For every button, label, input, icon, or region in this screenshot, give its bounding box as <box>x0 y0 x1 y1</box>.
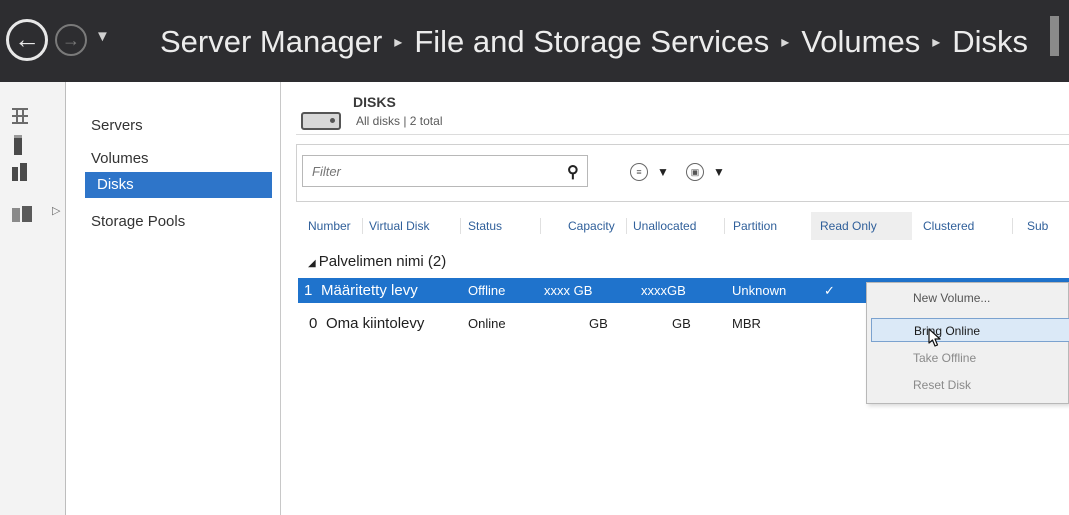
forward-arrow-icon[interactable]: → <box>55 24 87 56</box>
local-server-icon[interactable] <box>14 135 22 155</box>
subnav-item-storage-pools[interactable]: Storage Pools <box>83 209 270 235</box>
breadcrumb-server-manager[interactable]: Server Manager <box>160 24 382 60</box>
all-servers-icon[interactable] <box>12 163 28 181</box>
expand-arrow-icon[interactable]: ▷ <box>52 204 60 217</box>
menu-item-reset-disk[interactable]: Reset Disk <box>867 373 1069 397</box>
cell-status: Online <box>468 316 506 331</box>
chevron-down-icon: ▼ <box>713 165 725 179</box>
column-status[interactable]: Status <box>468 212 502 240</box>
title-bar: ← → ▼ Server Manager ▸ File and Storage … <box>0 0 1069 82</box>
menu-item-new-volume[interactable]: New Volume... <box>867 286 1069 310</box>
cell-capacity: GB <box>589 316 608 331</box>
column-divider[interactable] <box>724 218 725 234</box>
dashboard-icon[interactable] <box>12 108 28 124</box>
save-query-button[interactable]: ▣ ▼ <box>686 162 725 182</box>
group-header[interactable]: ◢ Palvelimen nimi (2) <box>308 253 446 270</box>
table-header: Number Virtual Disk Status Capacity Unal… <box>296 212 1069 240</box>
column-clustered[interactable]: Clustered <box>923 212 974 240</box>
column-partition[interactable]: Partition <box>733 212 777 240</box>
mouse-pointer-icon <box>928 328 941 347</box>
refresh-bar-icon[interactable] <box>1050 16 1059 56</box>
filter-options-button[interactable]: ≡ ▼ <box>630 162 669 182</box>
chevron-down-icon[interactable]: ▼ <box>95 28 110 45</box>
cell-virtual-disk: Määritetty levy <box>321 282 418 299</box>
column-unallocated[interactable]: Unallocated <box>633 212 696 240</box>
menu-item-take-offline[interactable]: Take Offline <box>867 346 1069 370</box>
context-menu: New Volume... Bring Online Take Offline … <box>866 282 1069 404</box>
cell-unallocated: xxxxGB <box>641 283 686 298</box>
cell-virtual-disk: Oma kiintolevy <box>326 315 425 332</box>
chevron-down-icon: ▼ <box>657 165 669 179</box>
save-icon: ▣ <box>686 163 704 181</box>
column-capacity[interactable]: Capacity <box>568 212 615 240</box>
cell-status: Offline <box>468 283 506 298</box>
list-options-icon: ≡ <box>630 163 648 181</box>
search-icon[interactable]: ⚲ <box>567 162 579 182</box>
breadcrumb-separator: ▸ <box>781 34 790 51</box>
breadcrumb-separator: ▸ <box>932 34 941 51</box>
group-name: Palvelimen nimi <box>318 253 424 270</box>
menu-item-bring-online[interactable]: Bring Online <box>871 318 1069 342</box>
column-number[interactable]: Number <box>308 212 351 240</box>
cell-number: 1 <box>304 282 313 299</box>
cell-number: 0 <box>309 315 318 332</box>
breadcrumb: Server Manager ▸ File and Storage Servic… <box>160 20 1028 64</box>
group-count: (2) <box>427 253 447 270</box>
column-subsystem[interactable]: Sub <box>1027 212 1048 240</box>
column-divider[interactable] <box>460 218 461 234</box>
divider <box>296 134 1069 135</box>
cell-partition: Unknown <box>732 283 787 298</box>
cell-unallocated: GB <box>672 316 691 331</box>
subnav-item-volumes[interactable]: Volumes <box>83 146 270 172</box>
cell-partition: MBR <box>732 316 761 331</box>
subnav-item-servers[interactable]: Servers <box>83 113 270 139</box>
file-storage-icon[interactable] <box>12 206 32 222</box>
breadcrumb-disks: Disks <box>952 24 1029 59</box>
check-icon: ✓ <box>824 283 835 298</box>
storage-subnav: Servers Volumes Disks Storage Pools <box>67 82 281 515</box>
collapse-triangle-icon[interactable]: ◢ <box>308 258 316 269</box>
filter-input[interactable] <box>302 155 588 187</box>
cell-capacity: xxxx GB <box>544 283 593 298</box>
section-title: DISKS <box>353 94 396 110</box>
column-virtual-disk[interactable]: Virtual Disk <box>369 212 429 240</box>
disk-drive-icon <box>301 112 341 130</box>
breadcrumb-separator: ▸ <box>394 34 403 51</box>
subnav-item-disks[interactable]: Disks <box>85 172 272 198</box>
column-read-only[interactable]: Read Only <box>811 212 912 240</box>
section-subtitle: All disks | 2 total <box>356 114 443 128</box>
back-arrow-icon[interactable]: ← <box>6 19 48 61</box>
column-divider[interactable] <box>362 218 363 234</box>
breadcrumb-volumes[interactable]: Volumes <box>801 24 920 60</box>
breadcrumb-file-storage[interactable]: File and Storage Services <box>414 24 769 60</box>
icon-rail: ▷ <box>0 82 66 515</box>
column-divider[interactable] <box>540 218 541 234</box>
column-divider[interactable] <box>626 218 627 234</box>
column-divider[interactable] <box>1012 218 1013 234</box>
